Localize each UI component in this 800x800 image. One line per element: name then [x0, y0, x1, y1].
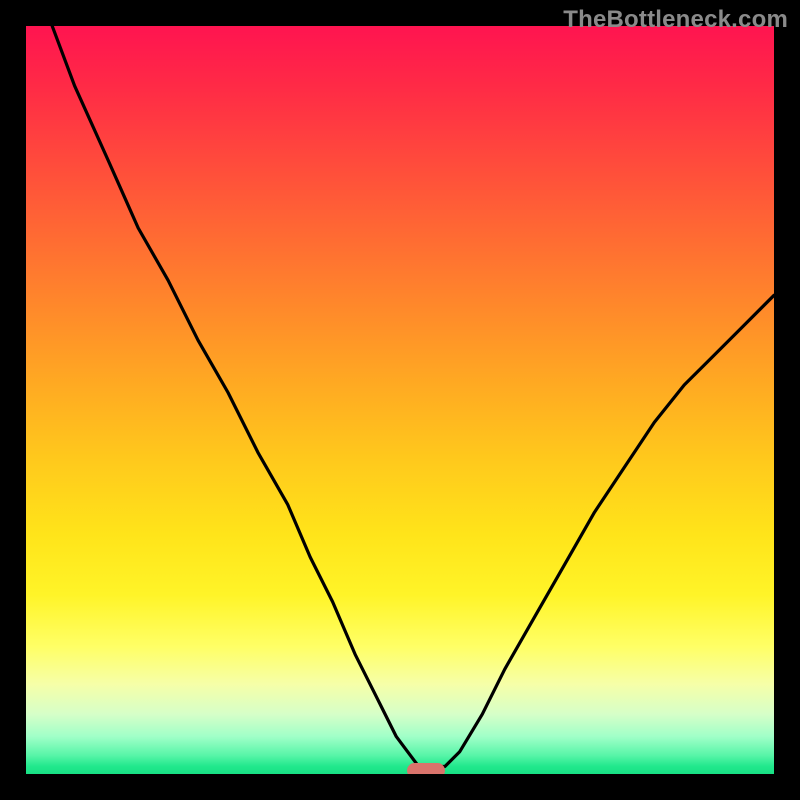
chart-frame: TheBottleneck.com: [0, 0, 800, 800]
watermark-text: TheBottleneck.com: [563, 6, 788, 34]
optimal-marker: [407, 763, 444, 774]
bottleneck-curve: [26, 26, 774, 774]
plot-area: [26, 26, 774, 774]
